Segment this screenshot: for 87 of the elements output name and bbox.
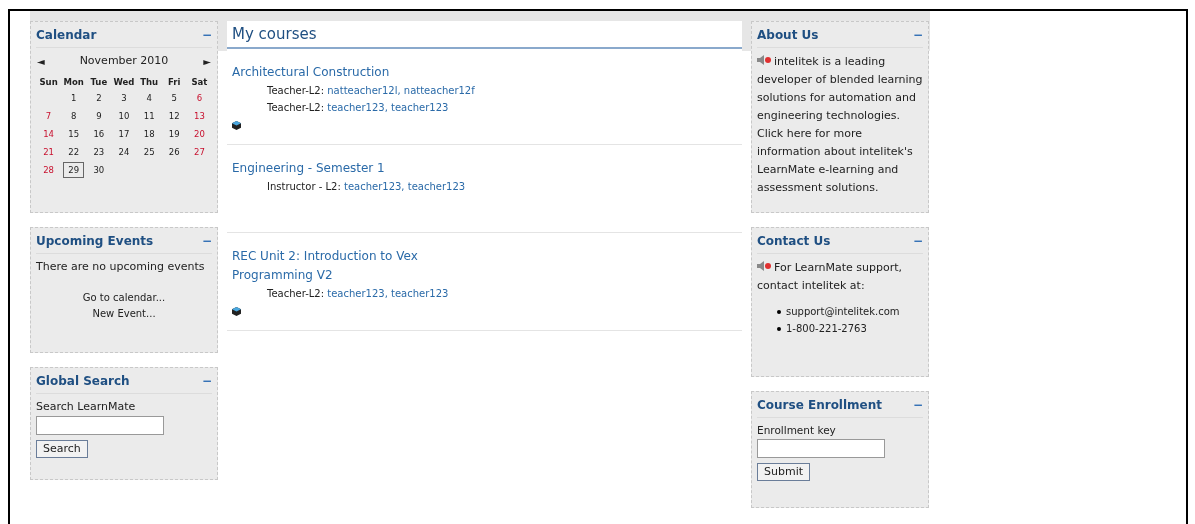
bullet-icon (777, 309, 781, 314)
teacher-link[interactable]: teacher123, (344, 180, 405, 192)
calendar-day[interactable]: 13 (189, 108, 210, 125)
calendar-day[interactable]: 14 (38, 126, 59, 143)
weekday-header: Thu (139, 75, 160, 89)
calendar-day[interactable]: 19 (163, 126, 185, 143)
calendar-day[interactable]: 17 (113, 126, 135, 143)
teacher-link[interactable]: teacher123 (407, 180, 466, 192)
teacher-link[interactable]: natteacher12l, (327, 84, 401, 96)
contact-text: For LearnMate support, contact intelitek at: (757, 260, 903, 294)
calendar-day[interactable]: 9 (91, 108, 107, 125)
block-title: About Us (757, 27, 819, 44)
teacher-link[interactable]: natteacher12f (403, 84, 475, 96)
teacher-role: Teacher-L2: (267, 84, 325, 96)
search-field[interactable] (36, 415, 164, 435)
teacher-link[interactable]: teacher123, (327, 287, 388, 299)
search-button[interactable]: Search (36, 439, 88, 458)
collapse-button[interactable]: − (912, 29, 923, 41)
about-text: intelitek is a leading developer of blended learning solutions for automation and engineering technologies. Click here for more information about intelitek's LearnMate e-learning and assessment solutions. (757, 54, 923, 196)
calendar-day[interactable]: 4 (141, 90, 157, 107)
calendar-day[interactable]: 24 (113, 144, 135, 161)
block-title: Contact Us (757, 233, 831, 250)
collapse-button[interactable]: − (201, 29, 212, 41)
calendar-day[interactable]: 29 (63, 162, 85, 179)
calendar-day[interactable]: 28 (38, 162, 59, 179)
teacher-link[interactable]: teacher123 (391, 101, 449, 113)
calendar-day[interactable]: 18 (138, 126, 160, 143)
calendar-day[interactable]: 21 (38, 144, 59, 161)
course-link[interactable]: REC Unit 2: Introduction to Vex Programming V2 (232, 246, 432, 285)
calendar-day[interactable]: 3 (116, 90, 132, 107)
teacher-role: Instructor - L2: (267, 180, 341, 192)
speaker-icon (757, 261, 772, 271)
calendar-day[interactable]: 27 (189, 144, 210, 161)
enrollment-key-field[interactable] (757, 438, 885, 458)
weekday-header: Sat (190, 75, 209, 89)
block-title: Calendar (36, 27, 97, 44)
calendar-day[interactable]: 8 (66, 108, 82, 125)
calendar-day[interactable]: 6 (191, 90, 208, 107)
weekday-header: Mon (62, 75, 85, 89)
collapse-button[interactable]: − (912, 399, 923, 411)
calendar-day[interactable]: 26 (163, 144, 185, 161)
calendar-day[interactable]: 5 (166, 90, 182, 107)
next-month-button[interactable]: ► (203, 53, 211, 69)
calendar-day[interactable]: 15 (63, 126, 85, 143)
calendar-day[interactable]: 12 (163, 108, 185, 125)
calendar-day[interactable]: 30 (88, 162, 110, 179)
previous-month-button[interactable]: ◄ (37, 53, 45, 69)
bullet-icon (777, 326, 781, 331)
teacher-role: Teacher-L2: (267, 287, 325, 299)
calendar-day[interactable]: 25 (138, 144, 160, 161)
block-title: Global Search (36, 373, 130, 390)
event-link[interactable]: New Event... (92, 305, 156, 321)
block-title: Upcoming Events (36, 233, 154, 250)
contact-item: 1-800-221-2763 (786, 322, 867, 336)
block-title: Course Enrollment (757, 397, 883, 414)
submit-button[interactable]: Submit (757, 462, 811, 482)
collapse-button[interactable]: − (912, 235, 923, 247)
cube-icon (232, 120, 241, 130)
calendar-day[interactable]: 10 (113, 108, 135, 125)
calendar-day[interactable]: 11 (138, 108, 160, 125)
event-link[interactable]: Go to calendar... (82, 289, 166, 305)
course-link[interactable]: Architectural Construction (232, 62, 432, 82)
cube-icon (232, 306, 241, 316)
calendar-day[interactable]: 22 (63, 144, 85, 161)
teacher-link[interactable]: teacher123 (391, 287, 449, 299)
section-title: My courses (227, 21, 742, 49)
calendar-day[interactable]: 1 (66, 90, 82, 107)
calendar-day[interactable]: 7 (40, 108, 57, 125)
calendar-day[interactable]: 23 (88, 144, 110, 161)
enrollment-label: Enrollment key (757, 423, 837, 438)
weekday-header: Fri (167, 75, 182, 89)
course-link[interactable]: Engineering - Semester 1 (232, 158, 432, 178)
collapse-button[interactable]: − (201, 235, 212, 247)
month-label: November 2010 (79, 53, 169, 69)
no-events-message: There are no upcoming events (36, 259, 206, 275)
teacher-role: Teacher-L2: (267, 101, 325, 113)
calendar-day[interactable]: 16 (88, 126, 110, 143)
search-label: Search LearnMate (36, 399, 137, 415)
speaker-icon (757, 55, 772, 65)
calendar-day[interactable]: 20 (189, 126, 210, 143)
weekday-header: Sun (38, 75, 59, 89)
weekday-header: Tue (89, 75, 109, 89)
contact-item: support@intelitek.com (786, 305, 900, 319)
calendar-day[interactable]: 2 (91, 90, 107, 107)
collapse-button[interactable]: − (201, 375, 212, 387)
teacher-link[interactable]: teacher123, (327, 101, 388, 113)
weekday-header: Wed (112, 75, 136, 89)
